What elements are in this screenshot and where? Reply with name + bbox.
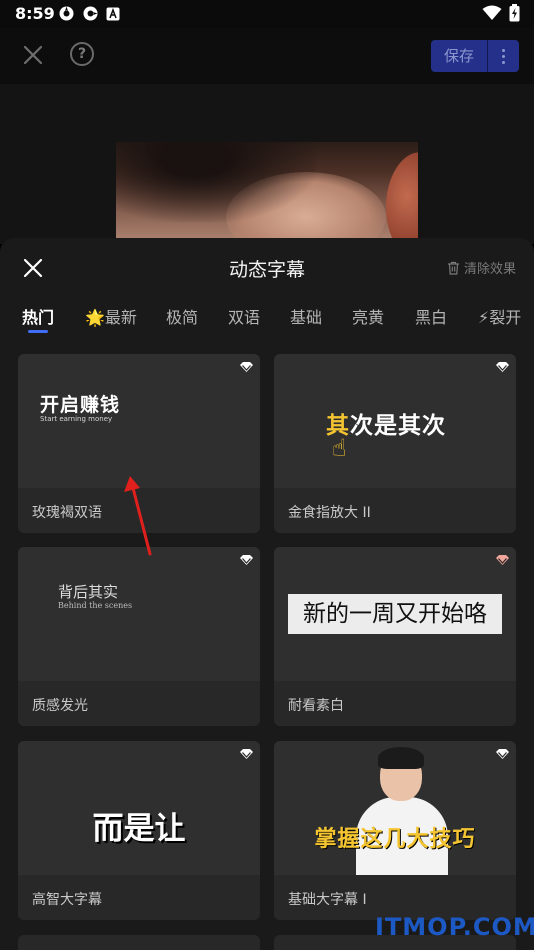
tab-newest[interactable]: 🌟最新 xyxy=(85,304,137,328)
video-preview[interactable] xyxy=(0,84,534,244)
tab-crack[interactable]: ⚡裂开 xyxy=(478,304,521,328)
vip-diamond-icon xyxy=(496,555,509,565)
template-preview: 掌握这几大技巧 xyxy=(274,741,516,875)
template-preview: 背后其实 Behind the scenes xyxy=(18,547,260,681)
template-preview: 其次是其次 ☝ xyxy=(274,354,516,488)
tab-black-white[interactable]: 黑白 xyxy=(415,304,447,328)
close-icon[interactable] xyxy=(20,42,46,68)
app-notification-icon xyxy=(83,6,98,21)
preview-text: 新的一周又开始咯 xyxy=(288,594,502,634)
subtitle-template-card[interactable]: 其次是其次 ☝ 金食指放大 II xyxy=(274,354,516,533)
trash-icon xyxy=(447,261,459,275)
app-notification-icon xyxy=(59,6,74,21)
template-name: 质感发光 xyxy=(32,698,88,714)
help-icon[interactable]: ? xyxy=(70,42,94,66)
status-time: 8:59 xyxy=(15,4,55,23)
watermark: ITMOP.COM xyxy=(375,913,534,941)
system-icons xyxy=(482,4,520,22)
tab-hot[interactable]: 热门 xyxy=(22,304,54,328)
active-tab-indicator xyxy=(28,330,48,333)
editor-topbar: ? 保存 xyxy=(0,28,534,84)
preview-text: 背后其实 xyxy=(58,583,119,601)
subtitle-template-card[interactable]: 新的一周又开始咯 耐看素白 xyxy=(274,547,516,726)
template-name: 基础大字幕 I xyxy=(288,892,367,908)
save-button[interactable]: 保存 xyxy=(431,40,487,72)
template-name: 玫瑰褐双语 xyxy=(32,505,102,521)
preview-text: 而是让 xyxy=(92,811,186,847)
vip-diamond-icon xyxy=(240,362,253,372)
template-preview: 而是让 xyxy=(18,741,260,875)
notification-icons xyxy=(58,5,120,22)
preview-text: 开启赚钱 xyxy=(40,394,121,416)
text-notification-icon xyxy=(106,7,120,20)
subtitle-template-card[interactable]: 掌握这几大技巧 基础大字幕 I xyxy=(274,741,516,920)
pointing-hand-icon: ☝ xyxy=(332,434,347,462)
subtitle-template-card[interactable]: 背后其实 Behind the scenes 质感发光 xyxy=(18,547,260,726)
vip-diamond-icon xyxy=(496,749,509,759)
template-name: 金食指放大 II xyxy=(288,505,371,521)
status-bar: 8:59 xyxy=(0,0,534,28)
annotation-arrow-icon xyxy=(124,476,152,556)
subtitle-template-card-partial[interactable] xyxy=(18,935,260,950)
wifi-icon xyxy=(482,5,502,20)
clear-effects-label: 清除效果 xyxy=(463,262,516,277)
vip-diamond-icon xyxy=(496,362,509,372)
save-button-group: 保存 xyxy=(431,40,519,72)
preview-text: 掌握这几大技巧 xyxy=(314,827,476,852)
tab-minimal[interactable]: 极简 xyxy=(166,304,198,328)
template-name: 高智大字幕 xyxy=(32,892,102,908)
tab-bilingual[interactable]: 双语 xyxy=(228,304,260,328)
clear-effects-button[interactable]: 清除效果 xyxy=(447,258,516,277)
template-name: 耐看素白 xyxy=(288,698,344,714)
template-preview: 新的一周又开始咯 xyxy=(274,547,516,681)
preview-subtext: Behind the scenes xyxy=(58,601,133,610)
preview-subtext: Start earning money xyxy=(40,415,113,423)
more-options-icon[interactable] xyxy=(487,40,519,72)
panel-header: 动态字幕 清除效果 xyxy=(0,238,534,296)
dynamic-subtitle-panel: 动态字幕 清除效果 热门 🌟最新 极简 双语 基础 亮黄 黑白 ⚡裂开 开启赚钱… xyxy=(0,238,534,950)
preview-frame xyxy=(116,142,418,244)
category-tabs: 热门 🌟最新 极简 双语 基础 亮黄 黑白 ⚡裂开 xyxy=(0,300,534,336)
battery-icon xyxy=(509,4,520,22)
subtitle-template-card[interactable]: 而是让 高智大字幕 xyxy=(18,741,260,920)
presenter-image xyxy=(356,747,448,875)
vip-diamond-icon xyxy=(240,555,253,565)
tab-basic[interactable]: 基础 xyxy=(290,304,322,328)
tab-bright-yellow[interactable]: 亮黄 xyxy=(352,304,384,328)
vip-diamond-icon xyxy=(240,749,253,759)
